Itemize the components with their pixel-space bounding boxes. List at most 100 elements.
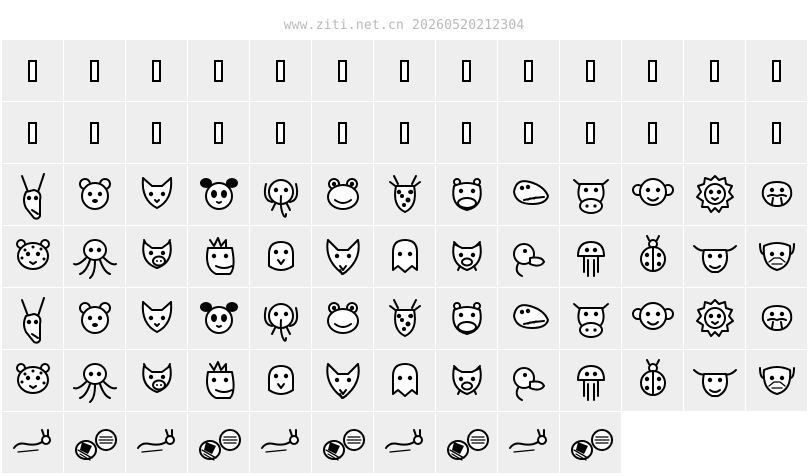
glyph-cell	[312, 102, 373, 163]
mushroom-icon	[576, 240, 605, 277]
boar-icon	[451, 240, 482, 271]
missing-glyph-icon	[152, 59, 161, 82]
glyph-cell	[684, 288, 745, 349]
snail-icon	[136, 428, 175, 453]
glyph-cell	[250, 164, 311, 225]
glyph-cell	[374, 288, 435, 349]
walrus-icon	[761, 180, 792, 207]
glyph-cell	[188, 350, 249, 411]
missing-glyph-icon	[586, 59, 595, 82]
missing-glyph-icon	[28, 121, 37, 144]
glyph-cell	[64, 226, 125, 287]
panda-icon	[199, 301, 238, 334]
glyph-cell	[126, 288, 187, 349]
missing-glyph-icon	[90, 121, 99, 144]
glyph-cell	[560, 226, 621, 287]
glyph-cell	[2, 102, 63, 163]
glyph-cell	[188, 288, 249, 349]
hippo-icon	[451, 177, 482, 211]
glyph-cell	[498, 412, 559, 473]
ladybug-icon	[639, 234, 666, 272]
mushroom-icon	[576, 364, 605, 401]
glyph-cell	[498, 102, 559, 163]
glyph-cell	[2, 226, 63, 287]
missing-glyph-icon	[276, 59, 285, 82]
glyph-cell	[188, 40, 249, 101]
missing-glyph-icon	[524, 59, 533, 82]
glyph-cell	[2, 412, 63, 473]
glyph-cell	[2, 40, 63, 101]
glyph-cell	[622, 226, 683, 287]
badge-icon	[570, 428, 613, 461]
cat-icon	[141, 300, 172, 333]
glyph-grid	[2, 40, 807, 473]
glyph-cell	[374, 40, 435, 101]
giraffe-icon	[388, 174, 421, 213]
glyph-cell	[250, 412, 311, 473]
glyph-cell	[126, 40, 187, 101]
ladybug-icon	[639, 358, 666, 396]
glyph-cell	[64, 350, 125, 411]
glyph-cell	[250, 40, 311, 101]
glyph-cell	[746, 40, 807, 101]
pig-icon	[141, 238, 172, 269]
hippo-icon	[451, 301, 482, 335]
empty-cell	[684, 412, 745, 473]
crocodile-icon	[512, 303, 549, 329]
missing-glyph-icon	[152, 121, 161, 144]
donkey-icon	[20, 296, 45, 344]
glyph-cell	[684, 164, 745, 225]
glyph-cell	[746, 164, 807, 225]
glyph-cell	[2, 288, 63, 349]
glyph-cell	[498, 164, 559, 225]
missing-glyph-icon	[772, 59, 781, 82]
ghost-icon	[391, 238, 418, 273]
missing-glyph-icon	[338, 59, 347, 82]
glyph-cell	[560, 164, 621, 225]
leopard-icon	[15, 362, 50, 394]
duck-icon	[512, 242, 545, 277]
glyph-cell	[126, 350, 187, 411]
missing-glyph-icon	[524, 121, 533, 144]
badge-icon	[198, 428, 241, 461]
boar-icon	[451, 364, 482, 395]
glyph-cell	[64, 288, 125, 349]
glyph-cell	[188, 102, 249, 163]
glyph-cell	[312, 350, 373, 411]
cat-icon	[141, 176, 172, 209]
glyph-cell	[312, 412, 373, 473]
missing-glyph-icon	[400, 59, 409, 82]
missing-glyph-icon	[586, 121, 595, 144]
glyph-cell	[622, 164, 683, 225]
glyph-cell	[188, 226, 249, 287]
empty-cell	[622, 412, 683, 473]
glyph-cell	[64, 102, 125, 163]
glyph-cell	[622, 40, 683, 101]
monkey-icon	[631, 177, 674, 206]
snail-icon	[12, 428, 51, 453]
badge-icon	[446, 428, 489, 461]
bull-icon	[692, 244, 737, 273]
glyph-cell	[188, 164, 249, 225]
ghost-icon	[391, 362, 418, 397]
glyph-cell	[498, 40, 559, 101]
glyph-cell	[436, 412, 497, 473]
glyph-cell	[126, 164, 187, 225]
duck-icon	[512, 366, 545, 401]
crocodile-icon	[512, 179, 549, 205]
missing-glyph-icon	[462, 121, 471, 144]
giraffe-icon	[388, 298, 421, 337]
glyph-cell	[374, 412, 435, 473]
glyph-cell	[560, 40, 621, 101]
missing-glyph-icon	[462, 59, 471, 82]
badge-icon	[74, 428, 117, 461]
glyph-cell	[126, 412, 187, 473]
missing-glyph-icon	[338, 121, 347, 144]
fox-icon	[325, 362, 360, 399]
panda-icon	[199, 177, 238, 210]
glyph-cell	[436, 350, 497, 411]
glyph-cell	[436, 164, 497, 225]
glyph-cell	[746, 226, 807, 287]
walrus-icon	[761, 304, 792, 331]
missing-glyph-icon	[214, 121, 223, 144]
